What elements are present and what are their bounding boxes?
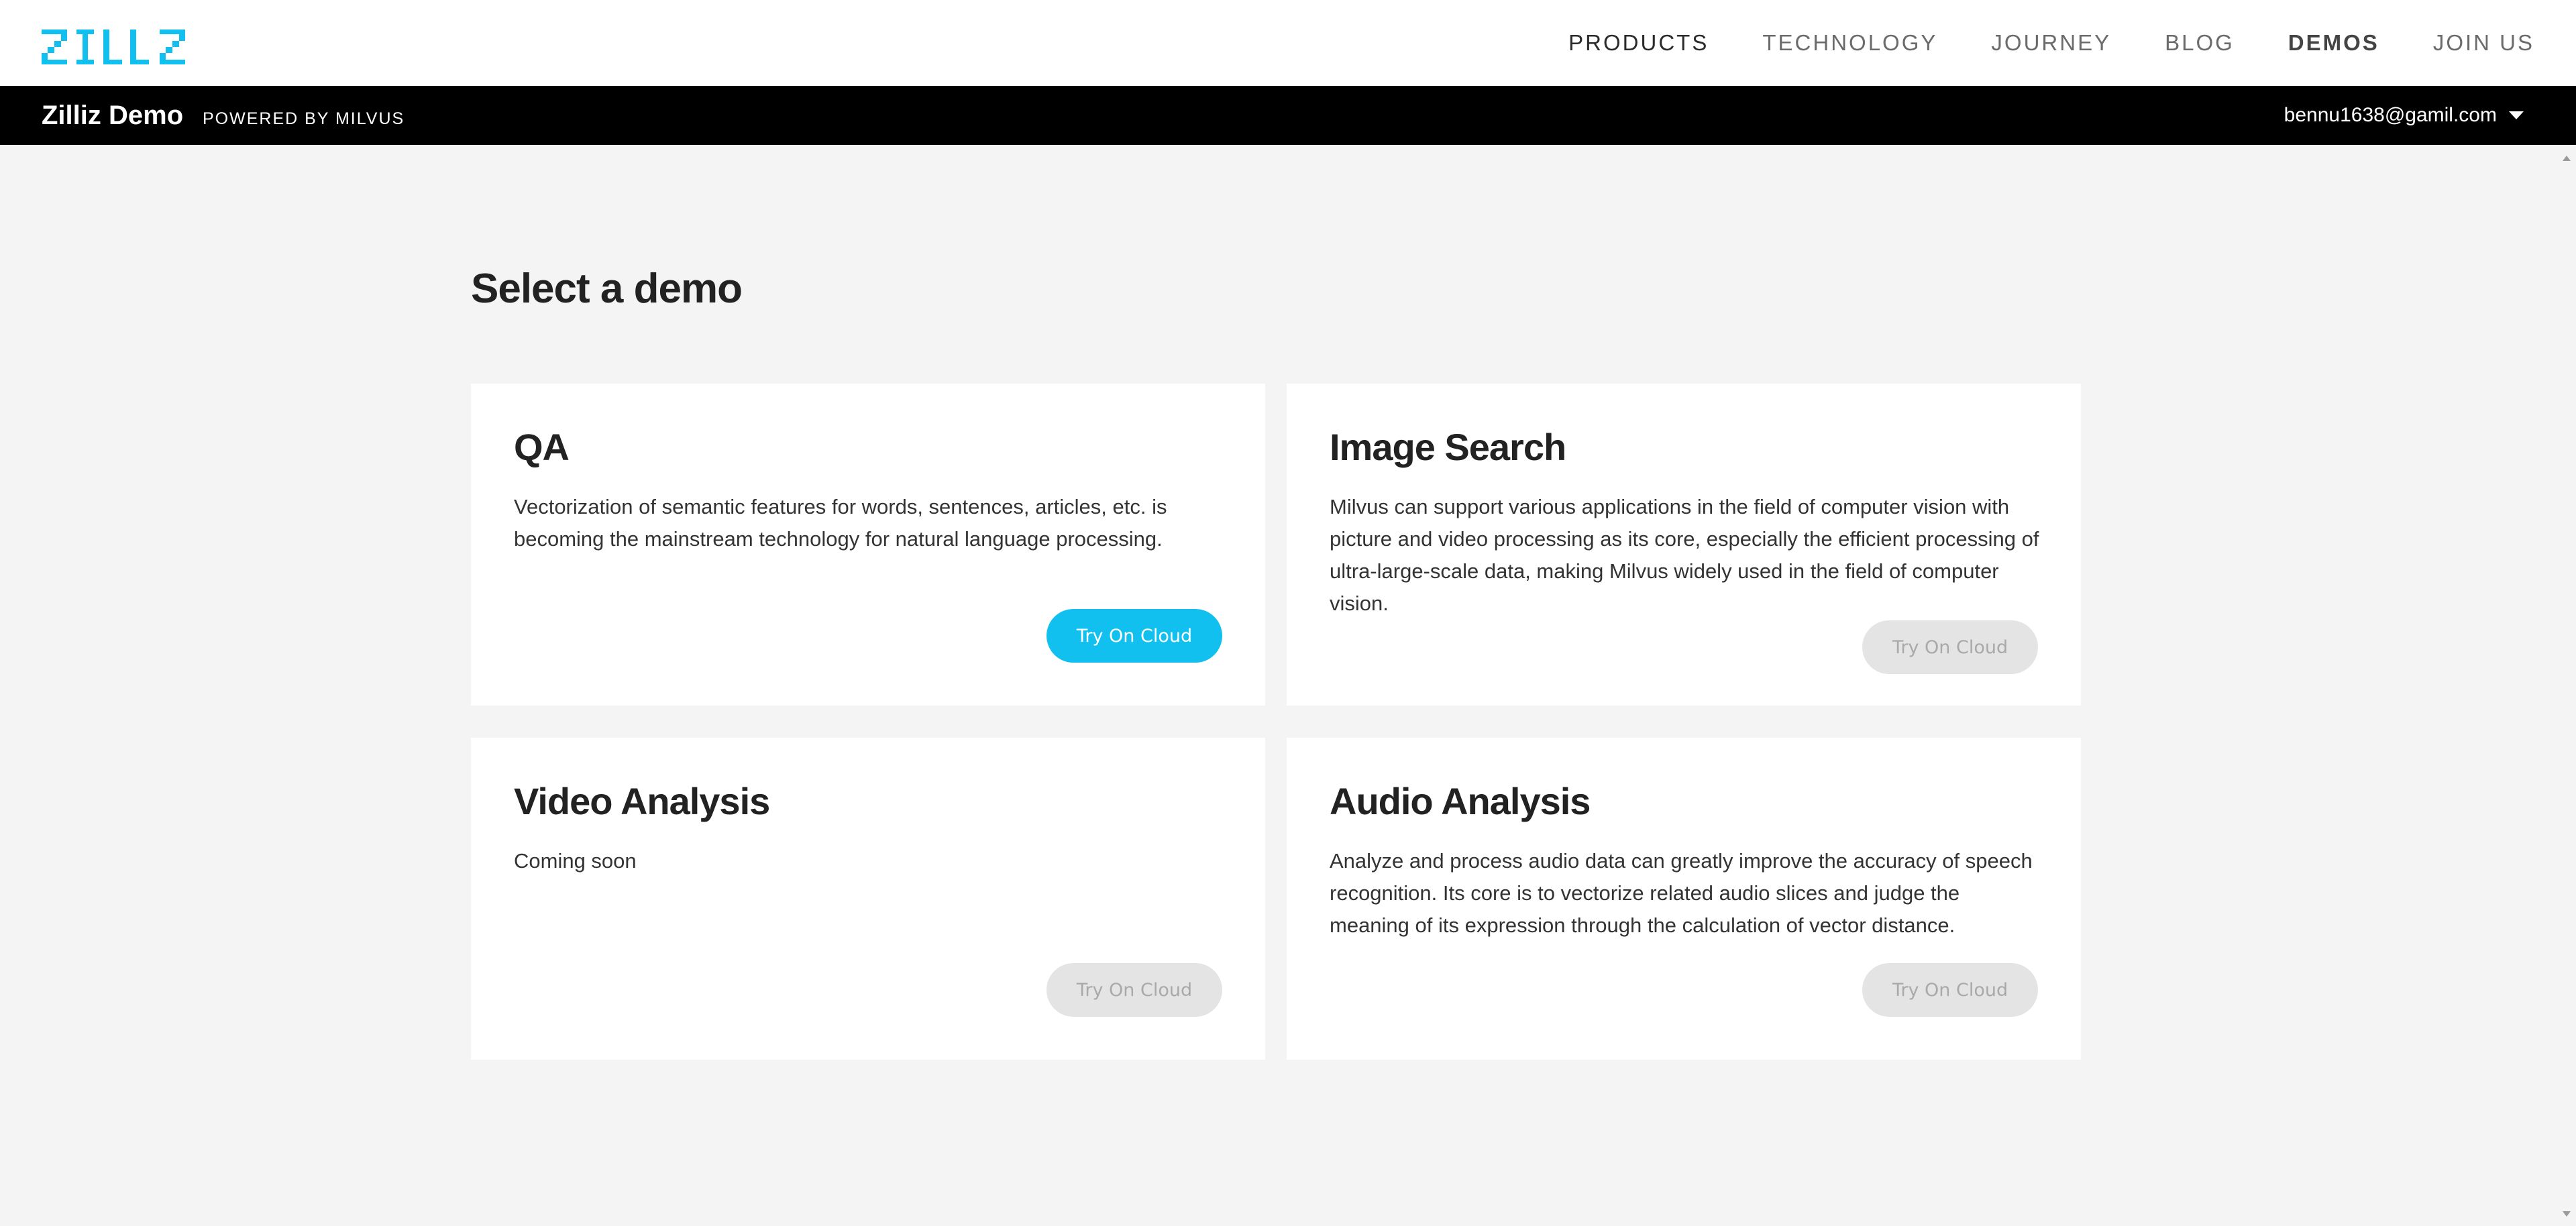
card-title: Video Analysis <box>514 780 770 822</box>
demo-card-qa: QA Vectorization of semantic features fo… <box>471 384 1265 706</box>
nav-link-demos[interactable]: DEMOS <box>2288 30 2379 56</box>
page-scrollbar[interactable] <box>2559 145 2576 1226</box>
zilliz-logo[interactable] <box>42 30 188 64</box>
card-title: Image Search <box>1330 426 1566 468</box>
scroll-down-arrow-icon[interactable] <box>2563 1211 2571 1217</box>
card-description: Analyze and process audio data can great… <box>1330 849 2033 937</box>
demo-card-image-search: Image Search Milvus can support various … <box>1287 384 2081 706</box>
try-on-cloud-button: Try On Cloud <box>1046 963 1222 1017</box>
nav-link-join-us[interactable]: JOIN US <box>2433 30 2534 56</box>
nav-link-products[interactable]: PRODUCTS <box>1568 30 1709 56</box>
card-description: Coming soon <box>514 849 637 873</box>
zilliz-logo-icon <box>42 30 185 64</box>
top-navigation: PRODUCTS TECHNOLOGY JOURNEY BLOG DEMOS J… <box>0 0 2576 86</box>
scroll-up-arrow-icon[interactable] <box>2563 156 2571 161</box>
try-on-cloud-button: Try On Cloud <box>1862 963 2038 1017</box>
demo-header-bar: Zilliz Demo POWERED BY MILVUS bennu1638@… <box>0 86 2576 145</box>
demo-card-audio-analysis: Audio Analysis Analyze and process audio… <box>1287 738 2081 1060</box>
page-title: Select a demo <box>471 266 743 312</box>
nav-link-technology[interactable]: TECHNOLOGY <box>1762 30 1937 56</box>
powered-by-label: POWERED BY MILVUS <box>203 109 405 128</box>
caret-down-icon <box>2509 111 2524 119</box>
try-on-cloud-button[interactable]: Try On Cloud <box>1046 609 1222 663</box>
nav-link-journey[interactable]: JOURNEY <box>1991 30 2111 56</box>
main-nav: PRODUCTS TECHNOLOGY JOURNEY BLOG DEMOS J… <box>1568 0 2534 86</box>
card-description: Vectorization of semantic features for w… <box>514 495 1167 551</box>
try-on-cloud-button: Try On Cloud <box>1862 620 2038 674</box>
card-description: Milvus can support various applications … <box>1330 495 2039 615</box>
nav-link-blog[interactable]: BLOG <box>2165 30 2235 56</box>
card-title: Audio Analysis <box>1330 780 1591 822</box>
card-title: QA <box>514 426 570 468</box>
user-email: bennu1638@gamil.com <box>2284 104 2497 126</box>
demo-title: Zilliz Demo <box>42 101 184 130</box>
user-menu[interactable]: bennu1638@gamil.com <box>2284 102 2524 129</box>
demo-card-video-analysis: Video Analysis Coming soon Try On Cloud <box>471 738 1265 1060</box>
